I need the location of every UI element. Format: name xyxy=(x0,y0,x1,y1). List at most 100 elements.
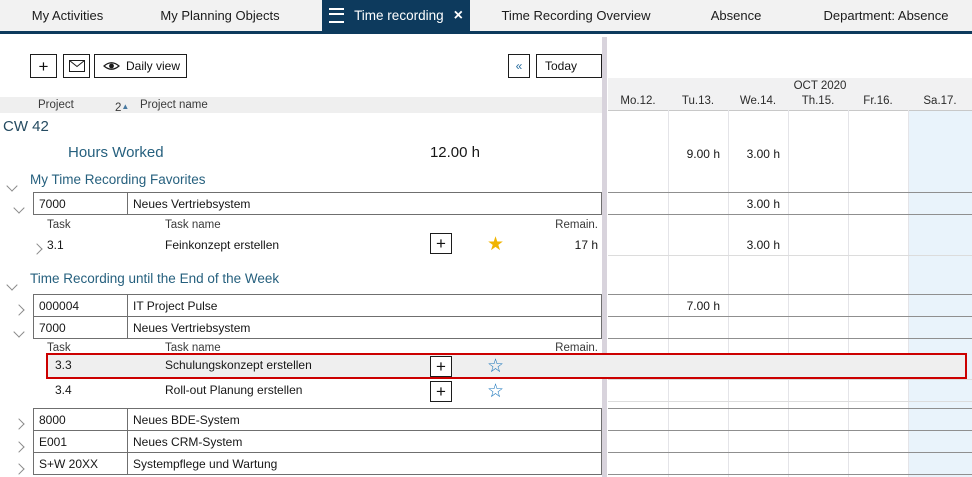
tab-label: My Activities xyxy=(32,8,104,23)
column-header-band xyxy=(0,97,602,113)
plus-icon: + xyxy=(436,383,446,400)
task-column-header: Task xyxy=(47,219,71,231)
collapse-favorites-chevron-icon[interactable] xyxy=(8,177,16,195)
project-name-cell[interactable]: Neues Vertriebsystem xyxy=(127,192,602,215)
project-code-cell[interactable]: 7000 xyxy=(33,192,128,215)
grid-line xyxy=(608,408,972,409)
remain-value: 17 h xyxy=(500,238,598,252)
grid-line xyxy=(608,430,972,431)
project-code-cell[interactable]: S+W 20XX xyxy=(33,452,128,475)
task-id: 3.4 xyxy=(55,383,72,397)
grid-line xyxy=(608,255,972,256)
daily-view-label: Daily view xyxy=(126,59,180,73)
sort-ascending-icon: ▲ xyxy=(121,102,129,111)
mail-button[interactable] xyxy=(63,54,90,78)
collapse-week-section-chevron-icon[interactable] xyxy=(8,276,16,294)
tab-label: Time Recording Overview xyxy=(501,8,650,23)
task-name[interactable]: Feinkonzept erstellen xyxy=(165,238,279,252)
grid-line xyxy=(608,110,972,111)
project-name-cell[interactable]: Systempflege und Wartung xyxy=(127,452,602,475)
grid-line xyxy=(608,294,972,295)
month-label: OCT 2020 xyxy=(668,80,972,92)
column-header-project-name: Project name xyxy=(140,99,208,111)
daily-view-button[interactable]: Daily view xyxy=(94,54,187,78)
calendar-week-label: CW 42 xyxy=(3,118,49,135)
add-time-entry-button[interactable]: + xyxy=(430,381,452,402)
expand-project-chevron-icon[interactable] xyxy=(15,460,23,477)
grid-line xyxy=(608,379,972,380)
add-time-entry-button[interactable]: + xyxy=(430,356,452,377)
task-name[interactable]: Schulungskonzept erstellen xyxy=(165,358,312,372)
tab-label: My Planning Objects xyxy=(160,8,279,23)
project-code-cell[interactable]: 000004 xyxy=(33,294,128,317)
week-section-title: Time Recording until the End of the Week xyxy=(30,271,279,286)
favorite-star-icon[interactable]: ☆ xyxy=(487,382,504,401)
hours-cell-tu[interactable]: 9.00 h xyxy=(668,147,720,161)
task-id: 3.3 xyxy=(55,358,72,372)
close-icon[interactable]: × xyxy=(454,8,463,24)
day-header-tu: Tu.13. xyxy=(668,95,728,107)
project-name-cell[interactable]: Neues CRM-System xyxy=(127,430,602,453)
expand-project-chevron-icon[interactable] xyxy=(15,415,23,433)
tab-time-recording-overview[interactable]: Time Recording Overview xyxy=(480,0,672,31)
previous-icon: « xyxy=(516,59,523,73)
project-code-cell[interactable]: 7000 xyxy=(33,316,128,339)
tab-time-recording[interactable]: Time recording × xyxy=(322,0,470,31)
add-button[interactable]: + xyxy=(30,54,57,78)
collapse-project-chevron-icon[interactable] xyxy=(15,199,23,217)
tab-my-planning-objects[interactable]: My Planning Objects xyxy=(135,0,305,31)
hamburger-menu-icon[interactable] xyxy=(329,8,344,23)
task-name-column-header: Task name xyxy=(165,219,221,231)
tab-absence[interactable]: Absence xyxy=(672,0,800,31)
hours-worked-total: 12.00 h xyxy=(380,144,480,161)
hours-worked-label: Hours Worked xyxy=(68,144,164,161)
day-header-th: Th.15. xyxy=(788,95,848,107)
grid-line xyxy=(608,192,972,193)
envelope-icon xyxy=(69,60,85,72)
favorites-section-title: My Time Recording Favorites xyxy=(30,172,206,187)
previous-week-button[interactable]: « xyxy=(508,54,530,78)
grid-line xyxy=(608,401,972,402)
expand-task-chevron-icon[interactable] xyxy=(33,240,41,258)
plus-icon: + xyxy=(436,358,446,375)
task-name[interactable]: Roll-out Planung erstellen xyxy=(165,383,302,397)
add-time-entry-button[interactable]: + xyxy=(430,233,452,254)
day-header-fr: Fr.16. xyxy=(848,95,908,107)
hours-cell-we[interactable]: 3.00 h xyxy=(728,147,780,161)
tab-label: Absence xyxy=(711,8,762,23)
day-header-mo: Mo.12. xyxy=(608,95,668,107)
tab-department-absence[interactable]: Department: Absence xyxy=(800,0,972,31)
grid-line xyxy=(608,316,972,317)
grid-line xyxy=(608,452,972,453)
expand-project-chevron-icon[interactable] xyxy=(15,301,23,319)
plus-icon: + xyxy=(436,235,446,252)
time-recording-app: My Activities My Planning Objects Time r… xyxy=(0,0,972,477)
day-header-sa: Sa.17. xyxy=(908,95,972,107)
sort-indicator[interactable]: 2▲ xyxy=(115,98,129,116)
eye-icon xyxy=(103,60,120,72)
tab-label: Time recording xyxy=(354,8,444,23)
favorite-star-icon[interactable]: ☆ xyxy=(487,357,504,376)
today-label: Today xyxy=(545,59,577,73)
project-name-cell[interactable]: Neues Vertriebsystem xyxy=(127,316,602,339)
project-name-cell[interactable]: IT Project Pulse xyxy=(127,294,602,317)
project-name-cell[interactable]: Neues BDE-System xyxy=(127,408,602,431)
tab-my-activities[interactable]: My Activities xyxy=(0,0,135,31)
day-header-we: We.14. xyxy=(728,95,788,107)
collapse-project-chevron-icon[interactable] xyxy=(15,323,23,341)
grid-line xyxy=(608,338,972,339)
grid-line xyxy=(608,474,972,475)
plus-icon: + xyxy=(39,58,49,75)
hours-cell-we[interactable]: 3.00 h xyxy=(728,238,780,252)
hours-cell-tu[interactable]: 7.00 h xyxy=(668,299,720,313)
hours-cell-we[interactable]: 3.00 h xyxy=(728,197,780,211)
tab-label: Department: Absence xyxy=(823,8,948,23)
grid-line xyxy=(608,214,972,215)
today-button[interactable]: Today xyxy=(536,54,602,78)
remain-column-header: Remain. xyxy=(500,219,598,231)
project-code-cell[interactable]: 8000 xyxy=(33,408,128,431)
pane-divider[interactable] xyxy=(602,37,607,477)
expand-project-chevron-icon[interactable] xyxy=(15,438,23,456)
tab-bar-underline xyxy=(0,31,972,34)
project-code-cell[interactable]: E001 xyxy=(33,430,128,453)
